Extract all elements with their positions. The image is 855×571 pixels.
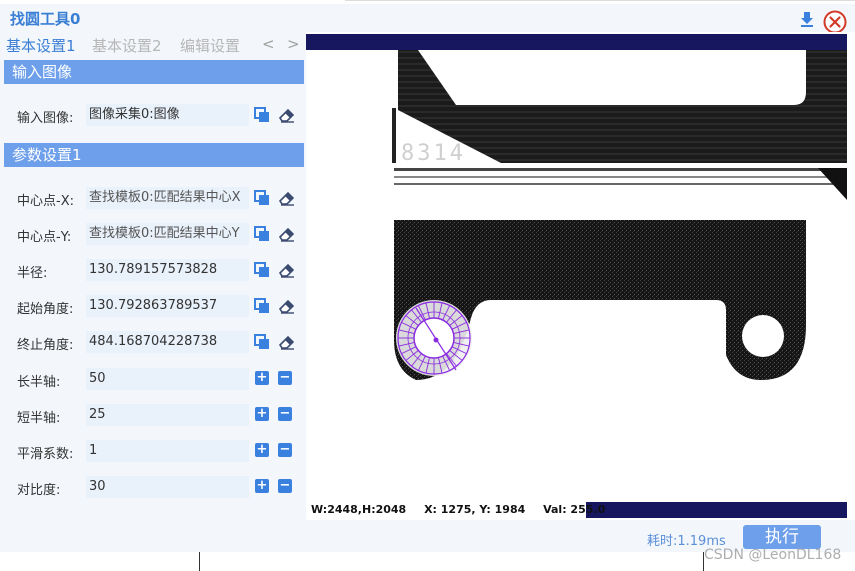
center-y-field[interactable]: 查找模板0:匹配结果中心Y	[86, 223, 249, 245]
download-icon[interactable]	[799, 11, 815, 27]
long-axis-label: 长半轴:	[17, 375, 61, 390]
input-image-field[interactable]: 图像采集0:图像	[86, 104, 249, 126]
eraser-icon[interactable]	[278, 262, 296, 278]
upper-part-edge	[392, 108, 396, 163]
radius-field[interactable]: 130.789157573828	[86, 259, 249, 281]
part-image[interactable]: 8314	[306, 50, 847, 502]
title-bar: 找圆工具0	[0, 4, 855, 34]
eraser-icon[interactable]	[278, 107, 296, 123]
minus-icon[interactable]: −	[278, 443, 292, 457]
center-x-field[interactable]: 查找模板0:匹配结果中心X	[86, 187, 249, 209]
image-size-readout: W:2448,H:2048	[311, 503, 407, 516]
contrast-label: 对比度:	[17, 483, 61, 498]
section-header-params[interactable]: 参数设置1	[4, 143, 304, 167]
circle-overlay	[396, 300, 472, 376]
pixel-value: Val: 255.0	[543, 503, 606, 516]
long-axis-field[interactable]: 50	[86, 368, 249, 390]
eraser-icon[interactable]	[278, 298, 296, 314]
settings-panel: 输入图像 输入图像: 图像采集0:图像 参数设置1 中心点-X: 查找模板0:匹…	[0, 58, 306, 520]
end-angle-field[interactable]: 484.168704228738	[86, 331, 249, 353]
eraser-icon[interactable]	[278, 334, 296, 350]
part-engraving: 8314	[401, 141, 466, 166]
link-icon[interactable]	[254, 298, 270, 314]
plus-icon[interactable]: +	[255, 443, 269, 457]
scan-band	[394, 183, 834, 185]
start-angle-label: 起始角度:	[17, 302, 74, 317]
link-icon[interactable]	[254, 262, 270, 278]
plus-icon[interactable]: +	[255, 479, 269, 493]
run-button[interactable]: 执行	[743, 525, 821, 549]
input-image-label: 输入图像:	[17, 111, 74, 126]
start-angle-field[interactable]: 130.792863789537	[86, 295, 249, 317]
short-axis-label: 短半轴:	[17, 411, 61, 426]
tab-prev-arrow[interactable]: <	[262, 35, 275, 53]
link-icon[interactable]	[254, 226, 270, 242]
image-viewer[interactable]: 8314 W:2448,H:2048 X: 1275, Y: 1984 Val:…	[306, 32, 847, 520]
plus-icon[interactable]: +	[255, 371, 269, 385]
center-x-label: 中心点-X:	[17, 194, 74, 209]
tab-basic-settings-2[interactable]: 基本设置2	[92, 35, 162, 56]
part-hole	[742, 315, 784, 357]
link-icon[interactable]	[254, 107, 270, 123]
scan-band	[394, 176, 834, 178]
watermark: CSDN @LeonDL168	[704, 547, 842, 563]
scan-band	[394, 168, 834, 171]
tab-edit-settings[interactable]: 编辑设置	[180, 35, 240, 56]
section-header-input-image[interactable]: 输入图像	[4, 60, 304, 84]
short-axis-field[interactable]: 25	[86, 404, 249, 426]
link-icon[interactable]	[254, 334, 270, 350]
window-title: 找圆工具0	[10, 10, 81, 28]
close-icon[interactable]	[823, 10, 847, 34]
cursor-coordinates: X: 1275, Y: 1984	[424, 503, 526, 516]
end-angle-label: 终止角度:	[17, 338, 74, 353]
tab-basic-settings-1[interactable]: 基本设置1	[6, 35, 76, 56]
eraser-icon[interactable]	[278, 226, 296, 242]
minus-icon[interactable]: −	[278, 371, 292, 385]
status-readout: W:2448,H:2048 X: 1275, Y: 1984 Val: 255.…	[306, 502, 605, 518]
minus-icon[interactable]: −	[278, 407, 292, 421]
upper-part-cutout	[418, 50, 806, 105]
tab-bar: 基本设置1 基本设置2 编辑设置 < >	[0, 32, 306, 58]
tab-next-arrow[interactable]: >	[287, 35, 300, 53]
eraser-icon[interactable]	[278, 190, 296, 206]
minus-icon[interactable]: −	[278, 479, 292, 493]
radius-label: 半径:	[17, 266, 48, 281]
smooth-factor-label: 平滑系数:	[17, 447, 74, 462]
background-window-edge	[199, 552, 200, 571]
viewer-top-bar	[306, 34, 847, 50]
viewer-status-bar: W:2448,H:2048 X: 1275, Y: 1984 Val: 255.…	[306, 502, 847, 518]
find-circle-dialog: 找圆工具0 基本设置1 基本设置2 编辑设置 < > 输入图像 输入图像: 图像…	[0, 0, 855, 571]
center-y-label: 中心点-Y:	[17, 230, 72, 245]
contrast-field[interactable]: 30	[86, 476, 249, 498]
link-icon[interactable]	[254, 190, 270, 206]
smooth-factor-field[interactable]: 1	[86, 440, 249, 462]
plus-icon[interactable]: +	[255, 407, 269, 421]
